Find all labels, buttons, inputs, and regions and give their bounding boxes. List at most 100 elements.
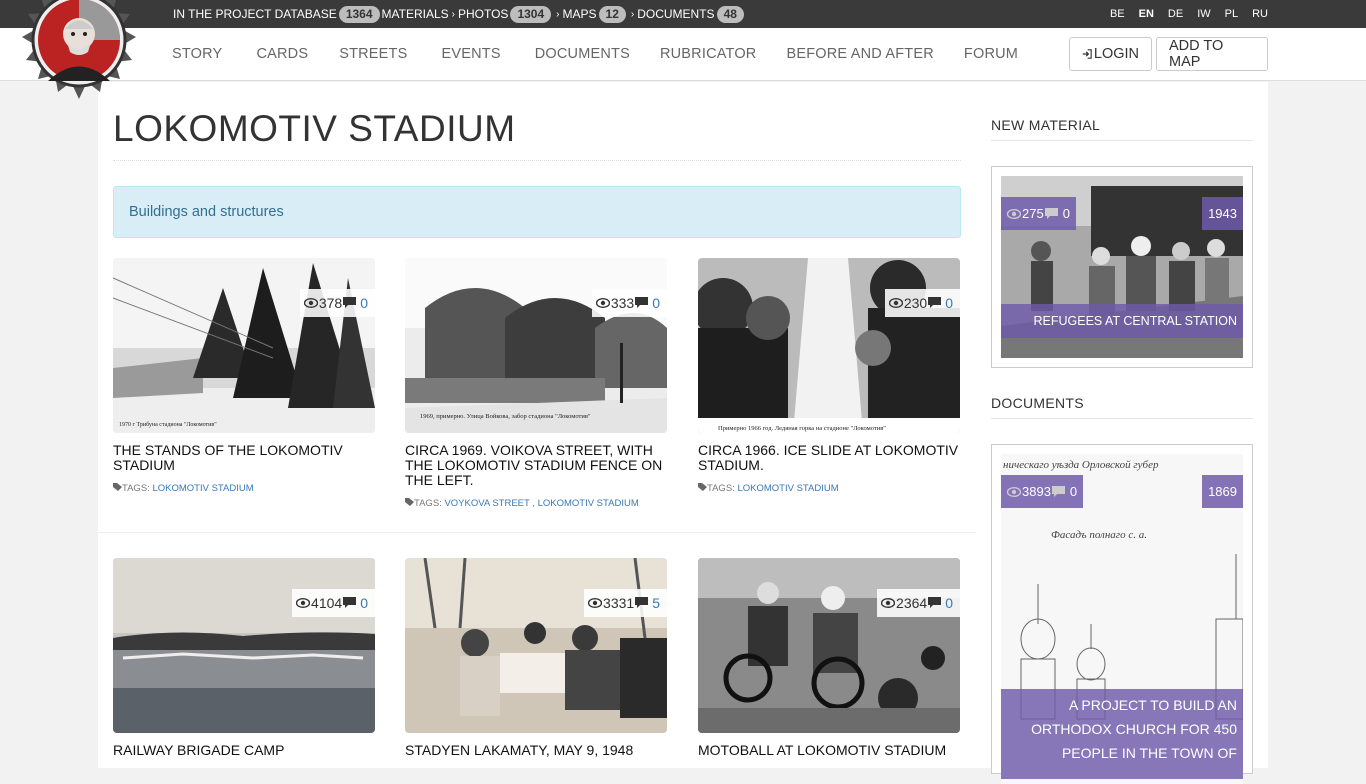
row-divider xyxy=(98,532,976,533)
view-counter: 275 0 xyxy=(1001,197,1076,230)
materials-link[interactable]: MATERIALS xyxy=(382,7,449,21)
separator-icon: › xyxy=(556,8,560,20)
eye-icon xyxy=(1007,486,1021,497)
year-label: 1943 xyxy=(1208,206,1237,221)
photo-thumbnail[interactable]: 4104 0 xyxy=(113,558,375,733)
documents-link[interactable]: DOCUMENTS xyxy=(637,7,714,21)
document-card[interactable]: ническаго уѣзда Орловской губер Фасадъ п… xyxy=(991,444,1253,784)
title-divider xyxy=(113,160,961,161)
comment-icon xyxy=(1051,485,1065,497)
language-switcher: BE EN DE IW PL RU xyxy=(1096,0,1268,28)
card-title[interactable]: RAILWAY BRIGADE CAMP xyxy=(113,743,375,758)
login-button[interactable]: LOGIN xyxy=(1069,37,1152,71)
year-label: 1869 xyxy=(1208,484,1237,499)
nav-rubricator[interactable]: RUBRICATOR xyxy=(660,46,757,62)
total-count-badge: 1364 xyxy=(338,5,380,23)
comments-count: 0 xyxy=(1069,484,1078,499)
nav-documents[interactable]: DOCUMENTS xyxy=(535,46,630,62)
comments-count: 0 xyxy=(945,595,953,611)
separator-icon: › xyxy=(630,8,635,20)
add-to-map-button[interactable]: ADD TO MAP xyxy=(1156,37,1268,71)
lang-en[interactable]: EN xyxy=(1139,8,1154,20)
tag-icon xyxy=(113,483,122,491)
comments-count: 5 xyxy=(652,595,660,611)
card-title[interactable]: MOTOBALL AT LOKOMOTIV STADIUM xyxy=(698,743,960,758)
lang-pl[interactable]: PL xyxy=(1225,8,1238,20)
nav-before-after[interactable]: BEFORE AND AFTER xyxy=(786,46,933,62)
comment-icon xyxy=(635,297,649,308)
card-title[interactable]: CIRCA 1969. VOIKOVA STREET, WITH THE LOK… xyxy=(405,443,667,488)
views-count: 333 xyxy=(610,295,635,311)
card-title[interactable]: CIRCA 1966. ICE SLIDE AT LOKOMOTIV STADI… xyxy=(698,443,960,473)
card-tags: TAGS: VOYKOVA STREET , LOKOMOTIV STADIUM xyxy=(405,498,667,509)
views-count: 3331 xyxy=(603,595,635,611)
lang-de[interactable]: DE xyxy=(1168,8,1183,20)
comment-icon xyxy=(343,297,357,308)
comments-count: 0 xyxy=(360,295,368,311)
main-menu: STORY CARDS STREETS EVENTS DOCUMENTS RUB… xyxy=(172,28,1018,80)
tag-link[interactable]: LOKOMOTIV STADIUM xyxy=(737,483,838,494)
photo-thumbnail[interactable]: 2364 0 xyxy=(698,558,960,733)
nav-streets[interactable]: STREETS xyxy=(339,46,407,62)
nav-events[interactable]: EVENTS xyxy=(441,46,500,62)
lang-ru[interactable]: RU xyxy=(1252,8,1268,20)
new-material-title[interactable]: REFUGEES AT CENTRAL STATION xyxy=(1001,304,1243,338)
card-title[interactable]: THE STANDS OF THE LOKOMOTIV STADIUM xyxy=(113,443,375,473)
new-material-card[interactable]: 275 0 1943 REFUGEES AT CENTRAL STATION xyxy=(991,166,1253,368)
photo-card[interactable]: 3331 5 STADYEN LAKAMATY, MAY 9, 1948 xyxy=(405,558,667,758)
year-badge: 1869 xyxy=(1202,475,1243,508)
new-material-heading: NEW MATERIAL xyxy=(991,117,1101,133)
views-count: 230 xyxy=(903,295,928,311)
tag-link[interactable]: LOKOMOTIV STADIUM xyxy=(538,498,639,509)
nav-forum[interactable]: FORUM xyxy=(964,46,1018,62)
separator-icon: › xyxy=(451,8,455,20)
maps-link[interactable]: MAPS xyxy=(563,7,597,21)
tag-link[interactable]: LOKOMOTIV STADIUM xyxy=(152,483,253,494)
nav-cards[interactable]: CARDS xyxy=(256,46,308,62)
eye-icon xyxy=(1007,208,1021,219)
tag-icon xyxy=(405,498,414,506)
site-logo[interactable] xyxy=(20,0,138,100)
tag-link[interactable]: VOYKOVA STREET xyxy=(444,498,529,509)
comment-icon xyxy=(635,597,649,608)
card-title[interactable]: STADYEN LAKAMATY, MAY 9, 1948 xyxy=(405,743,667,758)
photo-card[interactable]: 1969, примерно. Улица Войкова, забор ста… xyxy=(405,258,667,509)
svg-text:Примерно 1966 год. Ледяная гор: Примерно 1966 год. Ледяная горка на стад… xyxy=(718,425,886,432)
views-count: 378 xyxy=(318,295,343,311)
document-title[interactable]: A PROJECT TO BUILD AN ORTHODOX CHURCH FO… xyxy=(1001,689,1243,779)
photo-thumbnail[interactable]: Примерно 1966 год. Ледяная горка на стад… xyxy=(698,258,960,433)
svg-text:1970 г Трибуна стадиона "Локом: 1970 г Трибуна стадиона "Локомотив" xyxy=(119,421,217,428)
eye-icon xyxy=(303,298,318,308)
tags-label: TAGS: xyxy=(707,483,735,494)
photo-card[interactable]: 4104 0 RAILWAY BRIGADE CAMP xyxy=(113,558,375,758)
photo-card[interactable]: 1970 г Трибуна стадиона "Локомотив" 378 … xyxy=(113,258,375,494)
photo-card[interactable]: Примерно 1966 год. Ледяная горка на стад… xyxy=(698,258,960,494)
comment-icon xyxy=(1044,207,1058,219)
comments-count: 0 xyxy=(360,595,368,611)
nav-story[interactable]: STORY xyxy=(172,46,222,62)
category-alert[interactable]: Buildings and structures xyxy=(113,186,961,238)
views-count: 4104 xyxy=(311,595,343,611)
lang-be[interactable]: BE xyxy=(1110,8,1125,20)
year-badge: 1943 xyxy=(1202,197,1243,230)
category-label: Buildings and structures xyxy=(129,204,284,220)
svg-text:ническаго уѣзда Орловской губе: ническаго уѣзда Орловской губер xyxy=(1003,459,1159,471)
views-count: 275 xyxy=(1022,206,1044,221)
views-count: 2364 xyxy=(896,595,928,611)
photo-thumbnail[interactable]: 1970 г Трибуна стадиона "Локомотив" 378 … xyxy=(113,258,375,433)
view-counter: 333 0 xyxy=(591,289,667,317)
database-stats: IN THE PROJECT DATABASE 1364 MATERIALS ›… xyxy=(173,0,746,28)
photo-card[interactable]: 2364 0 MOTOBALL AT LOKOMOTIV STADIUM xyxy=(698,558,960,758)
view-counter: 2364 0 xyxy=(877,589,960,617)
stats-prefix: IN THE PROJECT DATABASE xyxy=(173,7,337,21)
photos-link[interactable]: PHOTOS xyxy=(458,7,508,21)
card-tags: TAGS: LOKOMOTIV STADIUM xyxy=(698,483,960,494)
view-counter: 378 0 xyxy=(299,289,375,317)
page-title: LOKOMOTIV STADIUM xyxy=(113,108,516,149)
photo-thumbnail[interactable]: 3331 5 xyxy=(405,558,667,733)
photo-thumbnail[interactable]: 1969, примерно. Улица Войкова, забор ста… xyxy=(405,258,667,433)
lang-iw[interactable]: IW xyxy=(1197,8,1210,20)
card-tags: TAGS: LOKOMOTIV STADIUM xyxy=(113,483,375,494)
add-to-map-label: ADD TO MAP xyxy=(1169,38,1224,70)
photos-count-badge: 1304 xyxy=(510,5,552,23)
